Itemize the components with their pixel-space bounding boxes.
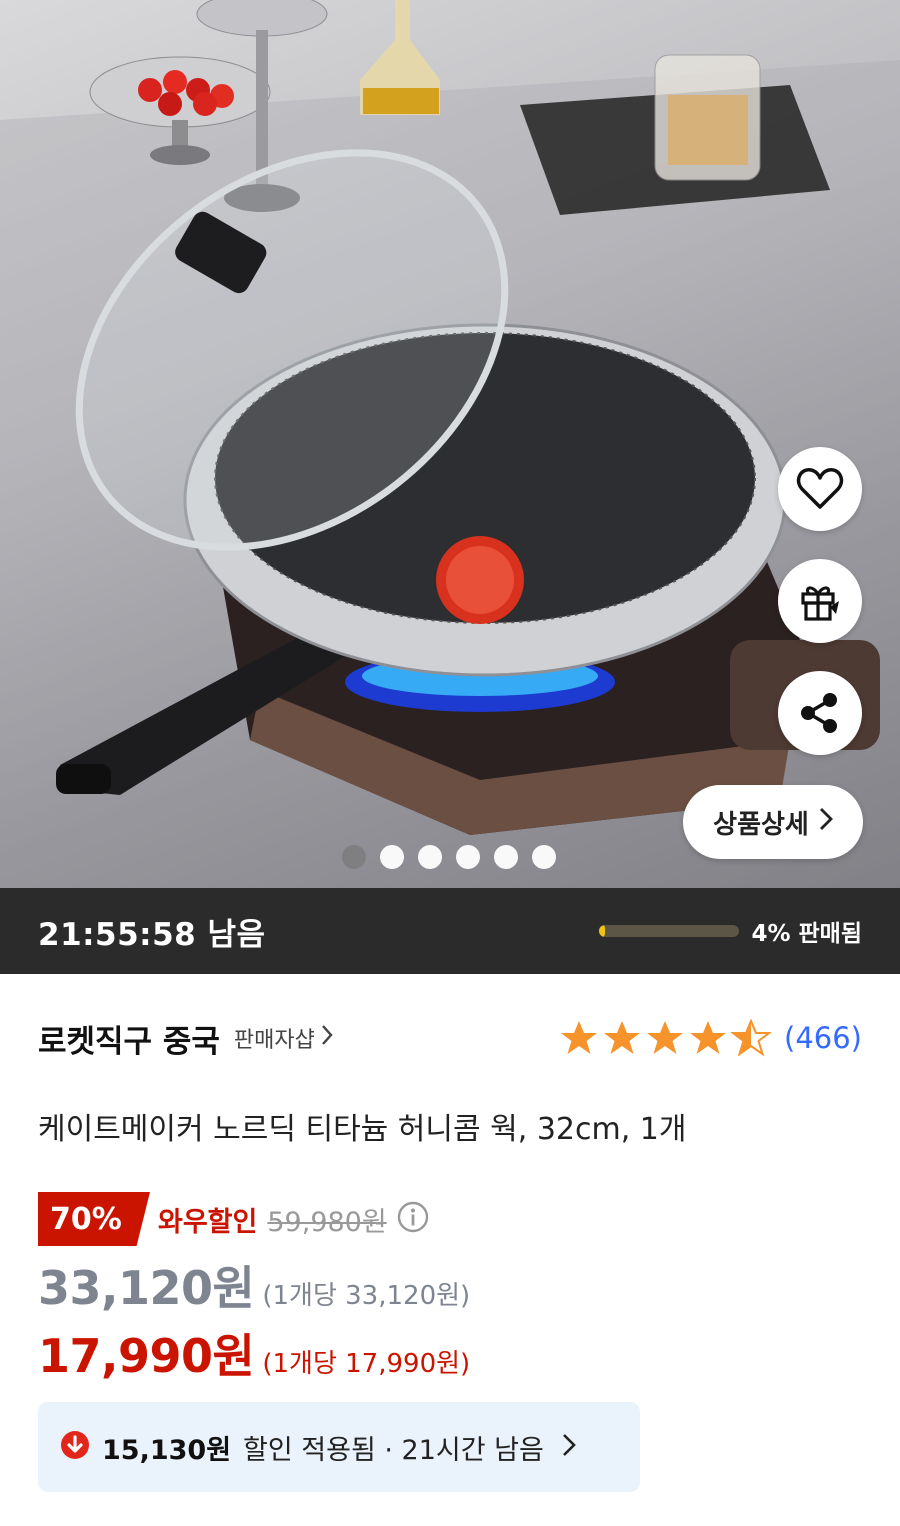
rating-stars[interactable]: (466) — [559, 1019, 862, 1057]
share-button[interactable] — [778, 671, 862, 755]
gift-icon — [798, 579, 842, 623]
gallery-dot[interactable] — [456, 845, 480, 869]
time-remaining: 21:55:58 남음 — [38, 916, 266, 953]
final-price-row: 17,990원 (1개당 17,990원) — [38, 1320, 470, 1386]
deal-timer-bar: 21:55:58 남음 4% 판매됨 — [0, 888, 900, 974]
star-icon — [559, 1019, 599, 1057]
sale-unit-price: (1개당 33,120원) — [262, 1281, 471, 1311]
gallery-dot[interactable] — [532, 845, 556, 869]
down-arrow-icon — [60, 1430, 90, 1464]
seller-rating-row: 로켓직구 중국 판매자샵 (466) — [38, 1010, 862, 1066]
wow-discount-label: 와우할인 — [158, 1206, 258, 1238]
review-count[interactable]: (466) — [784, 1021, 862, 1055]
final-price: 17,990원 — [38, 1329, 255, 1383]
gallery-pagination — [342, 845, 556, 869]
star-icon — [688, 1019, 728, 1057]
star-icon — [645, 1019, 685, 1057]
info-icon[interactable] — [397, 1201, 429, 1237]
seller-shop-link[interactable]: 판매자샵 — [234, 1022, 333, 1054]
coupon-amount: 15,130원 — [102, 1434, 232, 1466]
chevron-right-icon — [321, 1024, 333, 1052]
seller-name: 로켓직구 중국 — [38, 1023, 220, 1060]
gallery-dot[interactable] — [342, 845, 366, 869]
star-icon — [602, 1019, 642, 1057]
product-detail-button[interactable]: 상품상세 — [683, 785, 863, 859]
original-price: 59,980원 — [267, 1206, 387, 1238]
product-photo — [0, 0, 900, 888]
discount-row: 70% 와우할인 59,980원 — [38, 1192, 429, 1246]
heart-icon — [796, 467, 844, 511]
seller-shop-label: 판매자샵 — [233, 1028, 315, 1053]
sale-price: 33,120원 — [38, 1261, 255, 1315]
gift-button[interactable] — [778, 559, 862, 643]
chevron-right-icon — [562, 1433, 576, 1461]
gallery-dot[interactable] — [418, 845, 442, 869]
sold-percent-label: 4% 판매됨 — [751, 921, 862, 947]
coupon-text: 할인 적용됨 · 21시간 남음 — [243, 1434, 544, 1466]
product-image-gallery[interactable]: 상품상세 — [0, 0, 900, 888]
product-detail-label: 상품상세 — [713, 809, 809, 840]
sold-progress-bar — [599, 925, 740, 937]
sold-progress-fill — [599, 925, 606, 937]
final-unit-price: (1개당 17,990원) — [262, 1349, 471, 1379]
discount-badge: 70% — [38, 1192, 150, 1246]
share-icon — [798, 691, 842, 735]
chevron-right-icon — [819, 807, 833, 838]
gallery-dot[interactable] — [380, 845, 404, 869]
product-title: 케이트메이커 노르딕 티타늄 허니콤 웍, 32cm, 1개 — [38, 1112, 687, 1147]
sale-price-row: 33,120원 (1개당 33,120원) — [38, 1252, 470, 1318]
gallery-dot[interactable] — [494, 845, 518, 869]
coupon-banner[interactable]: 15,130원 할인 적용됨 · 21시간 남음 — [38, 1402, 640, 1492]
half-star-icon — [731, 1019, 772, 1057]
like-button[interactable] — [778, 447, 862, 531]
